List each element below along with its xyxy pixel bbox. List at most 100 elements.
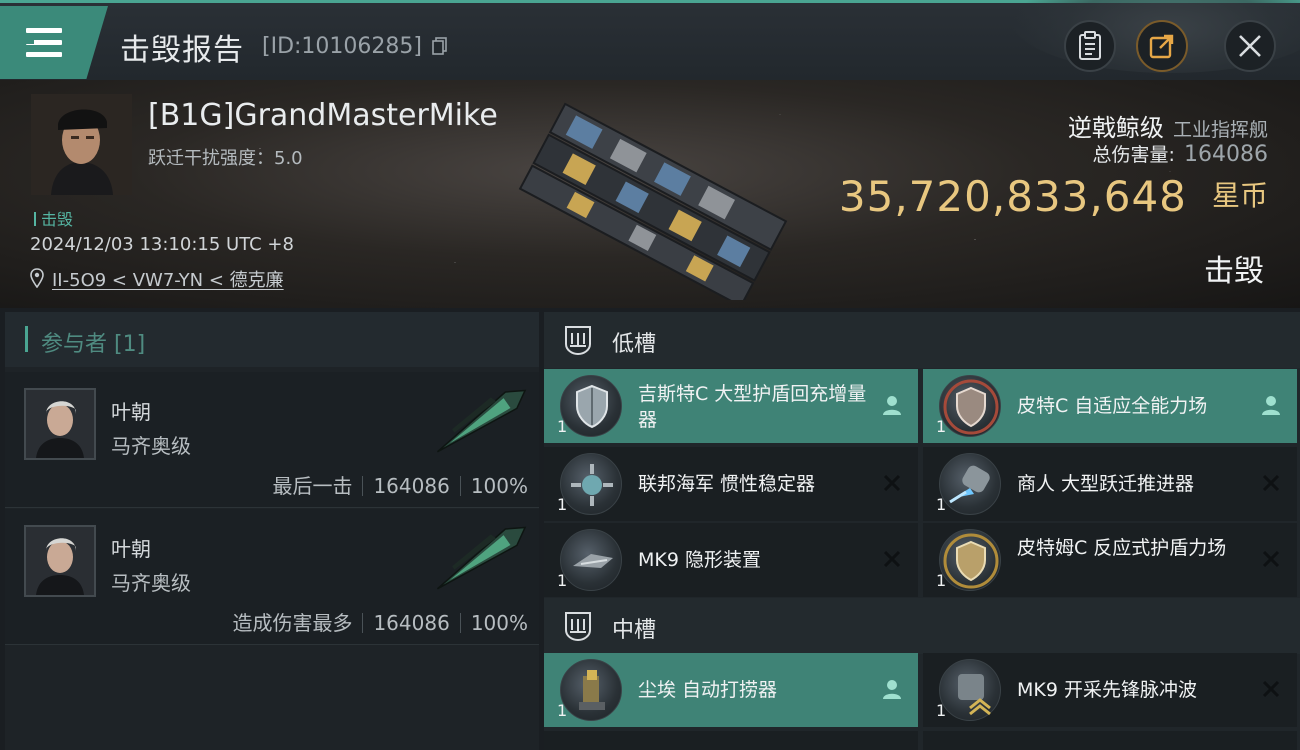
kill-header: [B1G]GrandMasterMike 跃迁干扰强度：5.0 击毁 2024/…: [0, 80, 1300, 308]
module-item-partial[interactable]: [923, 731, 1297, 750]
page-title: 击毁报告: [120, 33, 244, 68]
module-name: 商人 大型跃迁推进器: [1017, 473, 1195, 495]
top-bar: 击毁报告 [ID:10106285]: [0, 0, 1300, 80]
participant-row[interactable]: 叶朝 马齐奥级 最后一击 164086 100%: [5, 372, 539, 508]
module-qty: 1: [936, 701, 947, 720]
share-icon: [1149, 34, 1174, 59]
mining-pulse-icon: [939, 659, 1001, 721]
module-name: 联邦海军 惯性稳定器: [638, 473, 816, 495]
destroyed-x-icon: [1262, 474, 1280, 492]
participant-name[interactable]: 叶朝: [111, 396, 151, 425]
module-item[interactable]: 1 联邦海军 惯性稳定器: [544, 447, 918, 521]
stabilizer-icon: [560, 453, 622, 515]
participant-name[interactable]: 叶朝: [111, 533, 151, 562]
destroyed-x-icon: [1262, 550, 1280, 568]
participants-panel: 参与者 [1] 叶朝 马齐奥级 最后一击 164086 100% 叶朝 马齐奥级…: [5, 312, 539, 750]
shield-icon: [560, 375, 622, 437]
pilot-portrait[interactable]: [31, 94, 132, 195]
ship-class-row: 逆戟鲸级 工业指挥舰: [1068, 108, 1268, 143]
module-name: 吉斯特C 大型护盾回充增量器: [638, 383, 867, 431]
mid-slot-header: 中槽: [544, 598, 1300, 654]
module-item[interactable]: 1 MK9 开采先锋脉冲波: [923, 653, 1297, 727]
stat-label: 造成伤害最多: [232, 611, 353, 635]
module-item[interactable]: 1 尘埃 自动打捞器: [544, 653, 918, 727]
participants-header: 参与者 [1]: [5, 312, 539, 367]
module-name: MK9 开采先锋脉冲波: [1017, 679, 1197, 701]
mid-slot-label: 中槽: [612, 618, 657, 643]
location-link[interactable]: II-5O9 < VW7-YN < 德克廉: [52, 270, 284, 291]
participant-ship: 马齐奥级: [111, 571, 191, 595]
kill-tag: 击毁: [34, 206, 73, 230]
location-pin-icon: [30, 268, 44, 288]
ship-class[interactable]: 逆戟鲸级: [1068, 114, 1164, 142]
kill-time: 2024/12/03 13:10:15 UTC +8: [30, 234, 294, 255]
fitting-panel: 低槽 1 吉斯特C 大型护盾回充增量器 1 皮特C 自适应全能力场 1 联邦海军…: [544, 312, 1300, 750]
destroyed-x-icon: [883, 474, 901, 492]
isk-value: 35,720,833,648: [838, 172, 1187, 221]
hamburger-icon: [26, 28, 62, 58]
module-item[interactable]: 1 皮特C 自适应全能力场: [923, 369, 1297, 443]
module-qty: 1: [557, 571, 568, 590]
isk-unit: 星币: [1211, 179, 1268, 212]
report-button[interactable]: [1064, 20, 1116, 72]
victim-ship-render: [518, 102, 788, 300]
stat-label: 最后一击: [272, 474, 353, 498]
module-name: 皮特C 自适应全能力场: [1017, 395, 1208, 417]
participant-ship: 马齐奥级: [111, 434, 191, 458]
kill-location[interactable]: II-5O9 < VW7-YN < 德克廉: [30, 266, 284, 292]
dropped-person-icon: [883, 396, 901, 415]
module-item[interactable]: 1 MK9 隐形装置: [544, 523, 918, 597]
close-button[interactable]: [1224, 20, 1276, 72]
low-slot-header: 低槽: [544, 312, 1300, 368]
dropped-person-icon: [883, 680, 901, 699]
participant-avatar[interactable]: [24, 525, 96, 597]
module-item[interactable]: 1 皮特姆C 反应式护盾力场: [923, 523, 1297, 597]
victim-name[interactable]: [B1G]GrandMasterMike: [148, 98, 498, 133]
stat-damage: 164086: [373, 474, 450, 498]
destroyed-x-icon: [883, 550, 901, 568]
module-name: MK9 隐形装置: [638, 549, 761, 571]
cloak-icon: [560, 529, 622, 591]
module-qty: 1: [557, 495, 568, 514]
pilot-portrait-image: [31, 94, 132, 195]
shield-icon: [939, 529, 1001, 591]
module-item[interactable]: 1 商人 大型跃迁推进器: [923, 447, 1297, 521]
thruster-icon: [939, 453, 1001, 515]
mid-slot-icon: [565, 612, 591, 642]
ship-category: 工业指挥舰: [1172, 119, 1268, 141]
kill-result: 击毁: [1204, 254, 1264, 289]
dropped-person-icon: [1262, 396, 1280, 415]
destroyed-x-icon: [1262, 680, 1280, 698]
menu-button[interactable]: [0, 6, 108, 79]
participant-stats: 造成伤害最多 164086 100%: [232, 607, 528, 636]
total-damage-row: 总伤害量: 164086: [1093, 140, 1268, 167]
shield-icon: [939, 375, 1001, 437]
low-slot-icon: [565, 326, 591, 356]
module-item[interactable]: 1 吉斯特C 大型护盾回充增量器: [544, 369, 918, 443]
copy-icon[interactable]: [432, 37, 448, 55]
stat-damage: 164086: [373, 611, 450, 635]
isk-value-row: 35,720,833,648 星币: [839, 172, 1268, 221]
damage-label: 总伤害量:: [1092, 144, 1175, 166]
kill-id: [ID:10106285]: [262, 34, 422, 59]
close-icon: [1239, 35, 1261, 57]
module-item-partial[interactable]: [544, 731, 918, 750]
participant-avatar[interactable]: [24, 388, 96, 460]
low-slot-label: 低槽: [612, 332, 657, 357]
module-qty: 1: [936, 495, 947, 514]
module-qty: 1: [557, 701, 568, 720]
module-name: 尘埃 自动打捞器: [638, 679, 778, 701]
stat-percent: 100%: [470, 474, 528, 498]
module-qty: 1: [557, 417, 568, 436]
module-qty: 1: [936, 571, 947, 590]
participants-title: 参与者 [1]: [41, 332, 146, 357]
participant-stats: 最后一击 164086 100%: [272, 470, 528, 499]
module-name: 皮特姆C 反应式护盾力场: [1017, 537, 1227, 559]
stat-percent: 100%: [470, 611, 528, 635]
participant-ship-render: [436, 526, 527, 590]
damage-value: 164086: [1184, 142, 1268, 167]
share-button[interactable]: [1136, 20, 1188, 72]
participant-ship-render: [436, 389, 527, 453]
participant-row[interactable]: 叶朝 马齐奥级 造成伤害最多 164086 100%: [5, 509, 539, 645]
module-qty: 1: [936, 417, 947, 436]
